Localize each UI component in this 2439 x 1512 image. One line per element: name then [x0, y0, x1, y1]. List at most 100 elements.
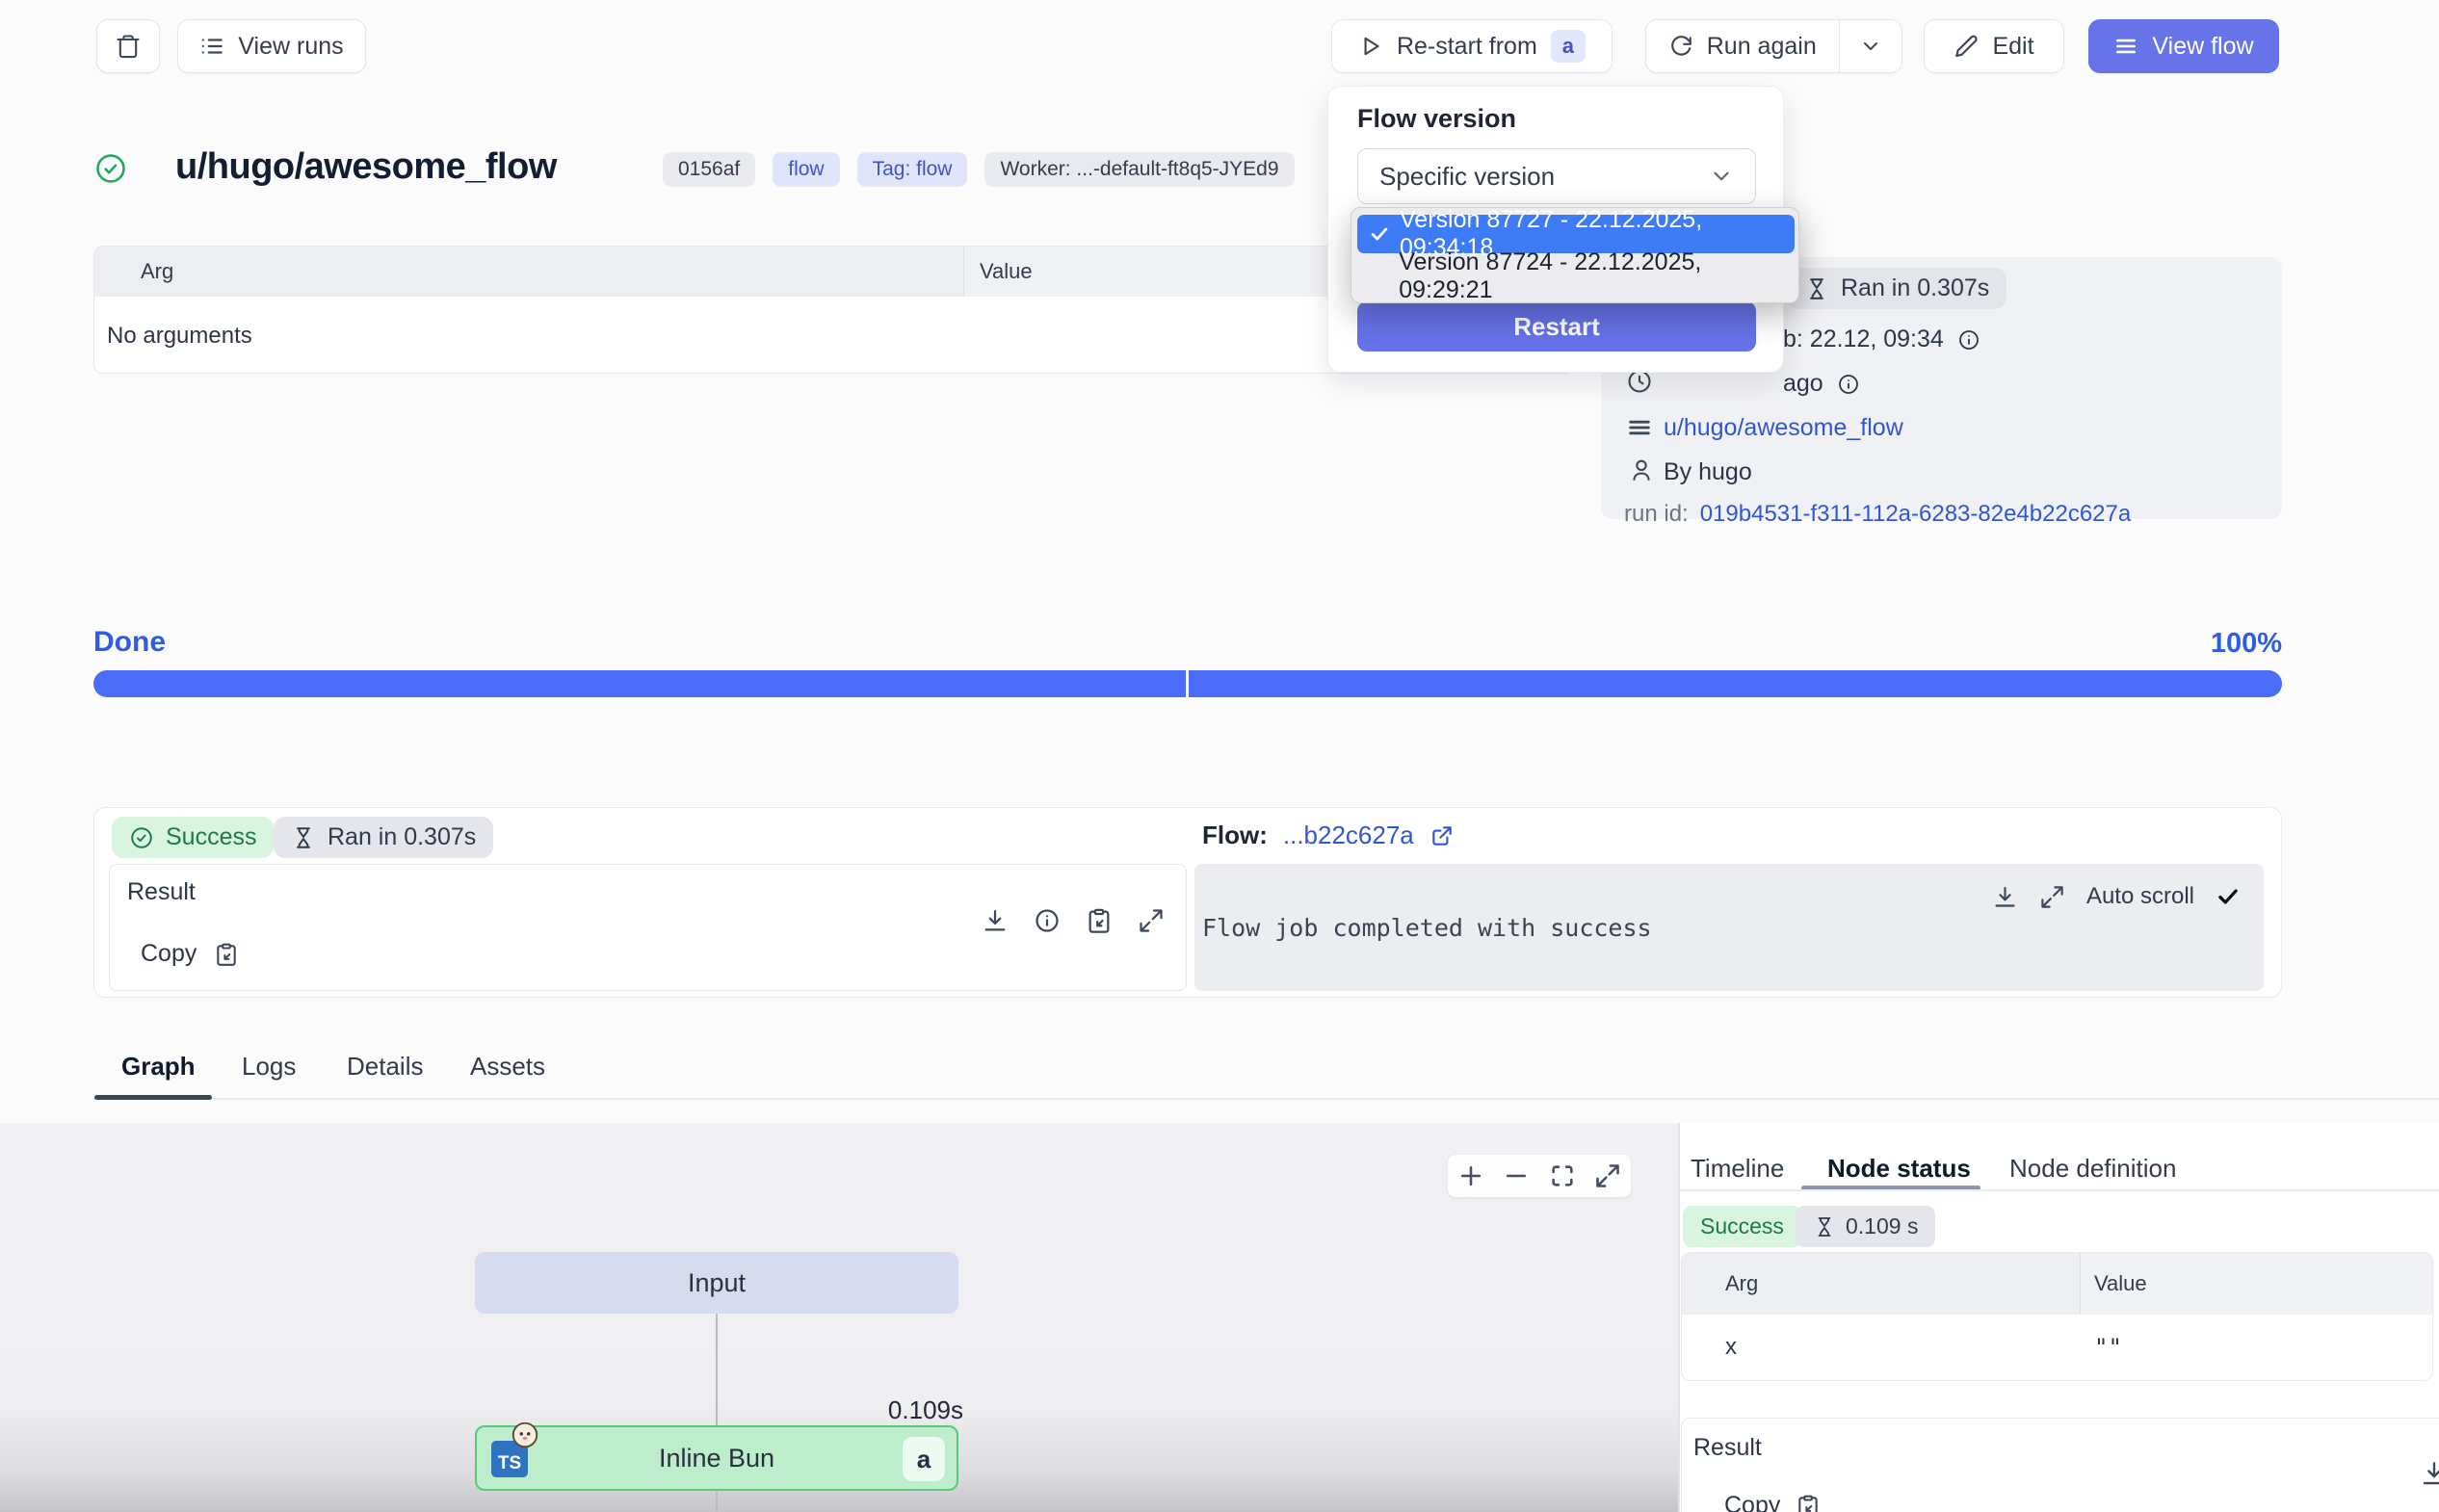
check-circle-icon — [129, 825, 154, 850]
log-toolbar: Auto scroll — [1992, 883, 2241, 910]
clipboard-icon[interactable] — [1086, 907, 1113, 934]
run-again-dropdown-button[interactable] — [1840, 20, 1901, 72]
node-status-panel: Timeline Node status Node definition Suc… — [1680, 1123, 2439, 1512]
download-icon[interactable] — [1992, 884, 2018, 910]
run-again-split-button: Run again — [1645, 19, 1902, 73]
version-option-selected[interactable]: Version 87727 - 22.12.2025, 09:34:18 — [1357, 215, 1795, 253]
kind-badge: flow — [773, 152, 839, 187]
graph-node-inline-bun[interactable]: TS Inline Bun a — [475, 1425, 958, 1491]
job-duration-badge: Ran in 0.307s — [1787, 268, 2006, 309]
duration-pill-label: Ran in 0.307s — [328, 823, 476, 851]
info-icon[interactable] — [1034, 907, 1061, 934]
expand-icon[interactable] — [2039, 884, 2065, 910]
menu-lines-icon — [2113, 34, 2138, 59]
hash-badge: 0156af — [663, 152, 755, 187]
info-icon[interactable] — [1957, 328, 1980, 352]
restart-from-step-badge: a — [1551, 30, 1586, 63]
delete-run-button[interactable] — [96, 19, 160, 73]
external-link-icon[interactable] — [1429, 823, 1455, 848]
step-id-badge: a — [903, 1437, 945, 1481]
arg-column-header: Arg — [94, 247, 964, 297]
pencil-icon — [1954, 34, 1979, 59]
flow-link-row: Flow: ...b22c627a — [1202, 821, 1455, 850]
view-flow-label: View flow — [2152, 33, 2253, 61]
node-result-pane: Result Copy — [1681, 1418, 2439, 1512]
list-icon — [199, 34, 224, 59]
flow-link[interactable]: ...b22c627a — [1283, 821, 1414, 850]
restart-from-button[interactable]: Re-start from a — [1331, 19, 1613, 73]
bun-icon — [511, 1421, 538, 1448]
tab-logs[interactable]: Logs — [242, 1052, 296, 1082]
job-flow-path-link[interactable]: u/hugo/awesome_flow — [1664, 414, 1903, 442]
graph-controls — [1448, 1155, 1631, 1197]
node-copy-button[interactable]: Copy — [1724, 1492, 1821, 1512]
subtabs-divider — [1680, 1189, 2439, 1191]
node-copy-label: Copy — [1724, 1492, 1780, 1512]
restart-button[interactable]: Restart — [1357, 301, 1756, 352]
job-ago-row: ago — [1783, 370, 1860, 398]
version-select[interactable]: Specific version — [1357, 148, 1756, 204]
input-node-label: Input — [688, 1268, 746, 1298]
run-id-link[interactable]: 019b4531-f311-112a-6283-82e4b22c627a — [1700, 501, 2132, 528]
flow-path-icon — [1626, 414, 1653, 441]
run-again-button[interactable]: Run again — [1646, 20, 1839, 72]
trash-icon — [115, 33, 142, 60]
download-icon[interactable] — [982, 907, 1009, 934]
info-icon[interactable] — [1837, 373, 1860, 396]
tab-timeline[interactable]: Timeline — [1691, 1154, 1784, 1184]
edit-label: Edit — [1992, 33, 2033, 61]
zoom-in-icon[interactable] — [1457, 1162, 1484, 1189]
progress-bar-divider — [1186, 670, 1189, 697]
graph-edge — [716, 1314, 718, 1425]
check-icon[interactable] — [2216, 884, 2241, 909]
result-copy-button[interactable]: Copy — [141, 940, 239, 968]
node-duration-badge: 0.109 s — [1796, 1206, 1935, 1247]
edit-button[interactable]: Edit — [1924, 19, 2064, 73]
node-args-row: x "" — [1682, 1315, 2432, 1380]
node-status-badge: Success — [1683, 1206, 1801, 1247]
selected-check-icon — [1369, 223, 1390, 245]
progress-bar — [93, 670, 2282, 697]
flow-graph-canvas[interactable]: Input 0.109s TS Inline Bun a — [0, 1123, 1678, 1512]
title-badges: 0156af flow Tag: flow Worker: ...-defaul… — [663, 152, 1295, 187]
tab-details[interactable]: Details — [347, 1052, 423, 1082]
node-args-table: Arg Value x "" — [1681, 1252, 2433, 1381]
graph-edge — [716, 1491, 718, 1512]
flow-version-title: Flow version — [1357, 104, 1516, 134]
result-pane: Result Copy — [109, 864, 1187, 991]
tab-assets[interactable]: Assets — [470, 1052, 545, 1082]
chevron-down-icon — [1859, 35, 1882, 58]
fit-view-icon[interactable] — [1549, 1162, 1576, 1189]
zoom-out-icon[interactable] — [1503, 1162, 1530, 1189]
version-option[interactable]: Version 87724 - 22.12.2025, 09:29:21 — [1357, 257, 1795, 296]
progress-percent: 100% — [2186, 628, 2282, 660]
restart-from-label: Re-start from — [1397, 33, 1537, 61]
play-icon — [1358, 34, 1383, 59]
node-args-header: Arg Value — [1682, 1253, 2432, 1315]
arg-column-header: Arg — [1682, 1253, 2081, 1315]
view-flow-button[interactable]: View flow — [2088, 19, 2279, 73]
tabs-divider — [93, 1098, 2439, 1100]
flow-label: Flow: — [1202, 821, 1268, 850]
refresh-icon — [1668, 34, 1693, 59]
step-duration-label: 0.109s — [828, 1395, 963, 1425]
hourglass-icon — [1804, 276, 1829, 301]
result-pane-label: Result — [127, 878, 196, 906]
version-dropdown-menu: Version 87727 - 22.12.2025, 09:34:18 Ver… — [1351, 207, 1799, 303]
view-runs-button[interactable]: View runs — [177, 19, 366, 73]
auto-scroll-label[interactable]: Auto scroll — [2086, 883, 2194, 910]
expand-icon[interactable] — [1138, 907, 1165, 934]
success-pill: Success — [112, 817, 274, 858]
step-node-label: Inline Bun — [659, 1444, 774, 1473]
download-icon[interactable] — [2420, 1459, 2439, 1488]
node-duration-label: 0.109 s — [1846, 1213, 1918, 1239]
run-id-label: run id: — [1624, 501, 1689, 528]
tab-node-status[interactable]: Node status — [1827, 1154, 1971, 1184]
tab-node-definition[interactable]: Node definition — [2009, 1154, 2176, 1184]
graph-node-input[interactable]: Input — [475, 1252, 958, 1314]
tag-badge: Tag: flow — [857, 152, 968, 187]
tab-graph[interactable]: Graph — [121, 1052, 196, 1082]
fullscreen-icon[interactable] — [1594, 1162, 1621, 1189]
duration-pill: Ran in 0.307s — [274, 817, 493, 858]
result-pane-toolbar — [982, 907, 1165, 934]
